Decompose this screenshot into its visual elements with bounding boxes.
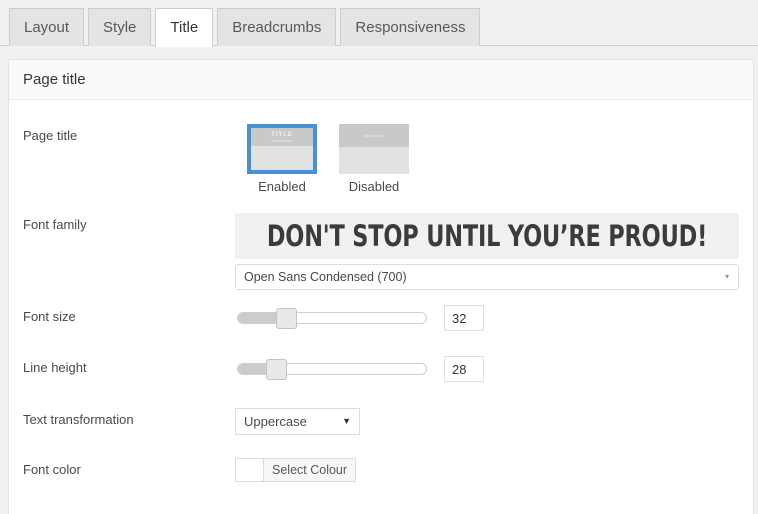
row-field-font-color: Select Colour xyxy=(235,458,739,486)
font-preview-text: DON'T STOP UNTIL YOU’RE PROUD! xyxy=(266,218,708,253)
thumbnail-header-band: TITLE xyxy=(251,128,313,146)
row-field-line-height: 28 xyxy=(235,356,739,382)
tab-responsiveness[interactable]: Responsiveness xyxy=(340,8,481,46)
color-swatch[interactable] xyxy=(236,459,264,481)
tab-title[interactable]: Title xyxy=(155,8,214,47)
font-color-picker[interactable]: Select Colour xyxy=(235,458,357,482)
thumbnail-subtitle-line xyxy=(363,134,385,137)
chevron-down-icon: ▾ xyxy=(724,272,729,281)
tab-label: Breadcrumbs xyxy=(232,19,322,36)
tab-label: Style xyxy=(103,19,137,36)
row-label-page-title: Page title xyxy=(23,128,78,143)
font-preview-box: DON'T STOP UNTIL YOU’RE PROUD! xyxy=(235,213,739,259)
row-font-family: Font family DON'T STOP UNTIL YOU’RE PROU… xyxy=(23,200,739,295)
page-title: Page title xyxy=(23,71,86,88)
row-field-page-title: TITLE Enabled Disabled xyxy=(235,124,739,194)
font-family-selected-value: Open Sans Condensed (700) xyxy=(244,270,407,284)
text-transformation-selected-value: Uppercase xyxy=(244,414,307,429)
thumbnail-subtitle-line xyxy=(271,140,293,142)
row-label-font-color: Font color xyxy=(23,462,81,477)
tab-style[interactable]: Style xyxy=(88,8,152,46)
option-caption-enabled: Enabled xyxy=(258,179,306,194)
option-caption-disabled: Disabled xyxy=(348,179,400,194)
font-size-slider-row: 32 xyxy=(235,305,739,331)
row-label-text-transformation: Text transformation xyxy=(23,412,134,427)
row-line-height: Line height 28 xyxy=(23,346,739,397)
tab-label: Title xyxy=(170,19,199,36)
thumbnail-title-text: TITLE xyxy=(271,132,293,138)
tab-breadcrumbs[interactable]: Breadcrumbs xyxy=(217,8,337,46)
text-transformation-select[interactable]: Uppercase ▼ xyxy=(235,408,360,435)
font-size-value[interactable]: 32 xyxy=(444,305,484,331)
select-colour-button[interactable]: Select Colour xyxy=(264,459,355,481)
chevron-down-icon: ▼ xyxy=(342,416,351,426)
tab-label: Responsiveness xyxy=(355,19,466,36)
row-field-font-family: DON'T STOP UNTIL YOU’RE PROUD! Open Sans… xyxy=(235,213,739,290)
line-height-slider-row: 28 xyxy=(235,356,739,382)
row-label-font-size: Font size xyxy=(23,309,76,324)
font-size-slider-fill xyxy=(238,313,280,323)
font-size-slider[interactable] xyxy=(237,308,427,329)
page-title-option-disabled[interactable]: Disabled xyxy=(339,124,409,194)
thumbnail-header-band xyxy=(339,124,409,147)
tab-bar: Layout Style Title Breadcrumbs Responsiv… xyxy=(0,0,758,47)
row-font-color: Font color Select Colour xyxy=(23,447,739,497)
tab-label: Layout xyxy=(24,19,70,36)
page-title-image-select: TITLE Enabled Disabled xyxy=(235,124,739,194)
row-label-line-height: Line height xyxy=(23,360,87,375)
thumbnail-disabled[interactable] xyxy=(339,124,409,174)
row-font-size: Font size 32 xyxy=(23,295,739,346)
row-field-font-size: 32 xyxy=(235,305,739,331)
line-height-slider[interactable] xyxy=(237,359,427,380)
font-size-slider-handle[interactable] xyxy=(276,308,297,329)
thumbnail-enabled[interactable]: TITLE xyxy=(247,124,317,174)
line-height-slider-handle[interactable] xyxy=(266,359,287,380)
row-label-font-family: Font family xyxy=(23,217,87,232)
page-title-option-enabled[interactable]: TITLE Enabled xyxy=(247,124,317,194)
row-text-transformation: Text transformation Uppercase ▼ xyxy=(23,397,739,447)
panel-body: Page title TITLE Enabled Disabled Font f… xyxy=(9,100,753,497)
page-title-panel: Page title Page title TITLE Enabled Disa… xyxy=(8,59,754,514)
panel-container: Page title Page title TITLE Enabled Disa… xyxy=(0,46,758,514)
row-field-text-transformation: Uppercase ▼ xyxy=(235,408,739,435)
line-height-value[interactable]: 28 xyxy=(444,356,484,382)
tab-layout[interactable]: Layout xyxy=(9,8,85,46)
row-page-title: Page title TITLE Enabled Disabled xyxy=(23,100,739,200)
panel-header: Page title xyxy=(9,60,753,100)
font-family-select[interactable]: Open Sans Condensed (700) ▾ xyxy=(235,264,739,290)
